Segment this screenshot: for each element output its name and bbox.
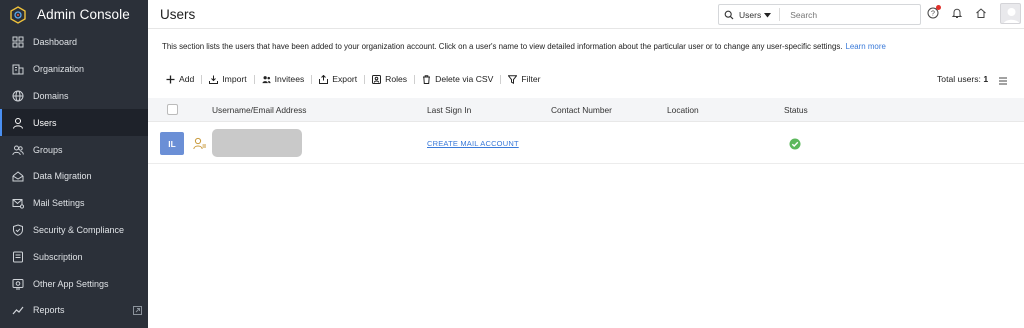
help-icon[interactable]: ?	[926, 5, 941, 20]
import-icon	[209, 75, 219, 84]
column-header-last-sign-in[interactable]: Last Sign In	[427, 105, 471, 115]
delete-via-csv-button[interactable]: Delete via CSV	[415, 74, 500, 84]
search-scope-dropdown[interactable]: Users	[739, 8, 781, 21]
shield-icon	[11, 223, 24, 236]
globe-icon	[11, 89, 24, 102]
app-settings-icon	[11, 277, 24, 290]
roles-icon	[372, 74, 382, 84]
home-icon[interactable]	[974, 6, 988, 20]
delete-csv-label: Delete via CSV	[435, 74, 494, 84]
learn-more-link[interactable]: Learn more	[845, 42, 885, 51]
add-user-button[interactable]: Add	[166, 74, 201, 84]
roles-button[interactable]: Roles	[365, 74, 414, 84]
select-all-checkbox[interactable]	[167, 104, 178, 115]
invitees-label: Invitees	[274, 74, 305, 84]
export-button[interactable]: Export	[312, 74, 364, 84]
chevron-down-icon	[764, 10, 772, 20]
sidebar-item-label: Data Migration	[33, 171, 92, 182]
sidebar-item-dashboard[interactable]: Dashboard	[0, 29, 148, 56]
export-icon	[319, 74, 329, 84]
avatar[interactable]	[1000, 3, 1021, 24]
status-check-icon	[789, 137, 801, 150]
column-header-contact-number[interactable]: Contact Number	[551, 105, 612, 115]
table-row[interactable]: IL CREATE MAIL ACCOUNT	[148, 122, 1024, 164]
sidebar-item-label: Other App Settings	[33, 278, 109, 289]
main-content: Users Users ? This sec	[148, 0, 1024, 328]
sidebar-item-subscription[interactable]: Subscription	[0, 243, 148, 270]
sidebar-item-domains[interactable]: Domains	[0, 83, 148, 110]
notification-dot	[936, 5, 941, 10]
bell-icon[interactable]	[950, 6, 964, 20]
import-button[interactable]: Import	[202, 74, 253, 84]
export-label: Export	[332, 74, 358, 84]
top-icons: ?	[926, 5, 988, 20]
import-label: Import	[222, 74, 247, 84]
sidebar-item-other-app-settings[interactable]: Other App Settings	[0, 270, 148, 297]
invitees-icon	[262, 75, 271, 84]
invitees-button[interactable]: Invitees	[255, 74, 312, 84]
mail-settings-icon	[11, 197, 24, 210]
sidebar-item-label: Groups	[33, 144, 63, 155]
list-view-icon[interactable]	[998, 73, 1008, 85]
external-link-icon[interactable]	[132, 305, 142, 315]
sidebar-item-data-migration[interactable]: Data Migration	[0, 163, 148, 190]
plus-icon	[166, 75, 175, 84]
admin-logo-icon	[9, 5, 27, 24]
trash-icon	[422, 74, 431, 84]
user-icon	[11, 116, 24, 129]
sidebar-item-label: Mail Settings	[33, 198, 85, 209]
sidebar-item-organization[interactable]: Organization	[0, 56, 148, 83]
column-header-status[interactable]: Status	[784, 105, 808, 115]
column-header-username[interactable]: Username/Email Address	[212, 105, 307, 115]
user-role-icon	[193, 137, 207, 150]
description-text: This section lists the users that have b…	[162, 42, 843, 51]
sidebar-item-label: Security & Compliance	[33, 224, 125, 235]
svg-text:?: ?	[931, 11, 935, 18]
total-users-value: 1	[983, 74, 989, 84]
column-header-location[interactable]: Location	[667, 105, 699, 115]
add-label: Add	[179, 74, 195, 84]
sidebar-item-label: Dashboard	[33, 37, 78, 48]
organization-icon	[11, 63, 24, 76]
create-mail-account-link[interactable]: CREATE MAIL ACCOUNT	[427, 139, 519, 148]
user-initials-avatar[interactable]: IL	[160, 132, 184, 155]
redacted-username[interactable]	[212, 129, 302, 157]
reports-icon	[11, 304, 24, 317]
search-icon	[719, 10, 739, 20]
migration-icon	[11, 170, 24, 183]
table-header: Username/Email Address Last Sign In Cont…	[148, 98, 1024, 122]
total-users-label: Total users:	[937, 74, 981, 84]
filter-icon	[508, 74, 518, 84]
sidebar-item-security[interactable]: Security & Compliance	[0, 217, 148, 244]
app-title: Admin Console	[37, 7, 130, 22]
sidebar-item-label: Domains	[33, 90, 69, 101]
filter-label: Filter	[521, 74, 541, 84]
dashboard-icon	[11, 36, 24, 49]
sidebar-item-groups[interactable]: Groups	[0, 136, 148, 163]
users-toolbar: Add Import Invitees Export Roles Delete …	[166, 72, 548, 86]
search-input[interactable]	[780, 9, 901, 20]
sidebar-item-mail-settings[interactable]: Mail Settings	[0, 190, 148, 217]
total-users-count: Total users: 1	[937, 74, 988, 84]
roles-label: Roles	[385, 74, 408, 84]
groups-icon	[11, 143, 24, 156]
sidebar-item-label: Organization	[33, 64, 85, 75]
sidebar-item-label: Users	[33, 117, 57, 128]
sidebar-item-reports[interactable]: Reports	[0, 297, 148, 324]
sidebar: Admin Console Dashboard Organization Dom…	[0, 0, 148, 328]
search-bar: Users	[718, 4, 921, 25]
brand[interactable]: Admin Console	[0, 0, 148, 29]
subscription-icon	[11, 250, 24, 263]
page-description: This section lists the users that have b…	[162, 42, 886, 51]
filter-button[interactable]: Filter	[501, 74, 547, 84]
search-scope-label: Users	[739, 9, 762, 20]
sidebar-item-label: Reports	[33, 305, 65, 316]
sidebar-item-label: Subscription	[33, 251, 83, 262]
page-title: Users	[160, 6, 196, 22]
sidebar-item-users[interactable]: Users	[0, 109, 148, 137]
